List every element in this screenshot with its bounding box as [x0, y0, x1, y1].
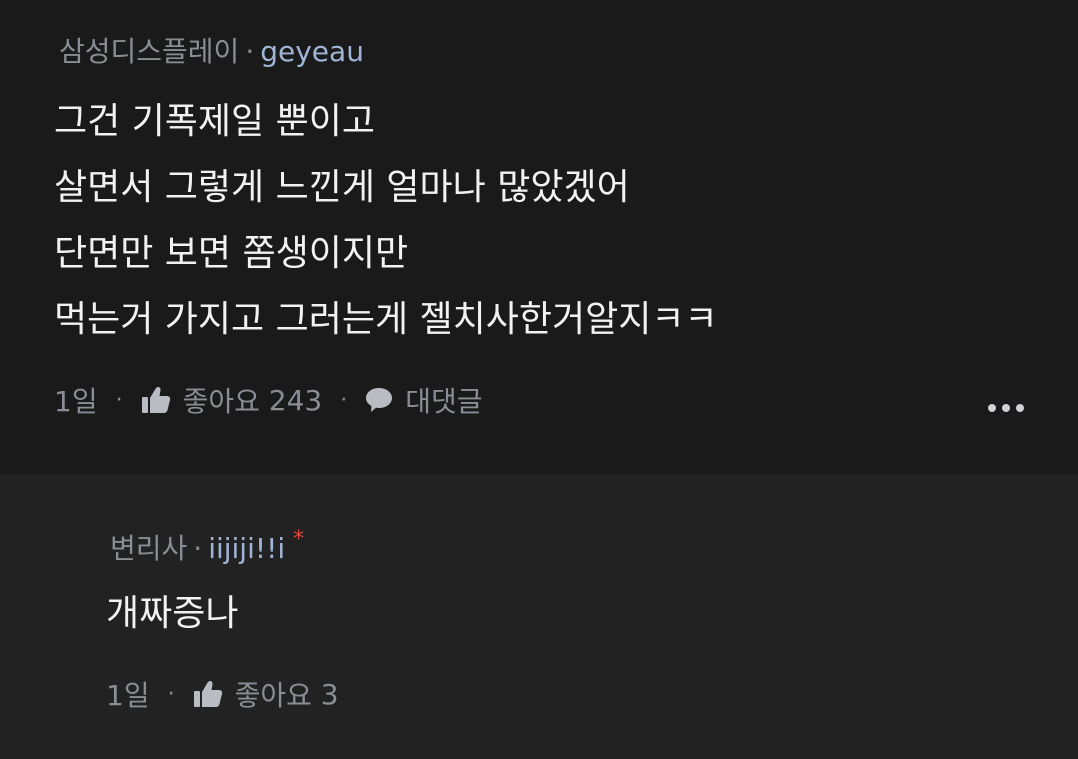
reply-button[interactable]: 대댓글: [365, 380, 483, 420]
like-button[interactable]: 좋아요 243: [141, 380, 323, 420]
author-nickname[interactable]: geyeau: [260, 35, 364, 68]
meta-separator: ·: [193, 532, 203, 565]
action-separator: ·: [115, 387, 123, 413]
author-company[interactable]: 삼성디스플레이: [59, 35, 239, 68]
like-label: 좋아요: [234, 679, 312, 712]
speech-bubble-icon: [365, 387, 393, 413]
more-dot: [1002, 404, 1010, 412]
thumbs-up-icon: [141, 386, 171, 414]
comment-line: 그건 기폭제일 뿐이고: [54, 101, 375, 142]
author-company[interactable]: 변리사: [110, 532, 187, 565]
comment-line: 개짜증나: [106, 593, 239, 634]
comment-time: 1일: [54, 385, 98, 418]
comment-line: 살면서 그렇게 느낀게 얼마나 많았겠어: [54, 167, 630, 208]
more-dot: [988, 404, 996, 412]
reply-body: 개짜증나: [106, 581, 238, 647]
action-separator: ·: [340, 387, 348, 413]
reply-author-line: 변리사 · iijiji!!i *: [110, 529, 304, 565]
more-dots-icon[interactable]: [988, 404, 1024, 412]
like-count: 243: [268, 383, 323, 417]
more-dot: [1016, 404, 1024, 412]
thumbs-up-icon: [193, 680, 223, 708]
reply-label: 대댓글: [405, 385, 483, 418]
reply-actions: 1일 · 좋아요 3: [106, 674, 339, 714]
action-separator: ·: [167, 681, 175, 707]
original-author-mark: *: [293, 527, 305, 552]
comment-author-line: 삼성디스플레이 · geyeau: [59, 38, 364, 66]
comment-body: 그건 기폭제일 뿐이고 살면서 그렇게 느낀게 얼마나 많았겠어 단면만 보면 …: [54, 89, 718, 353]
comment-line: 단면만 보면 쫌생이지만: [54, 233, 409, 274]
comment-line: 먹는거 가지고 그러는게 젤치사한거알지ㅋㅋ: [54, 299, 718, 340]
meta-separator: ·: [245, 35, 255, 68]
like-count: 3: [320, 677, 339, 711]
like-label: 좋아요: [182, 385, 260, 418]
comment-actions: 1일 · 좋아요 243 · 대댓글: [54, 380, 483, 420]
comment-time: 1일: [106, 679, 150, 712]
author-nickname[interactable]: iijiji!!i: [208, 532, 285, 565]
reply-card: 변리사 · iijiji!!i * 개짜증나 1일 · 좋아요 3: [0, 474, 1078, 759]
comment-card: 삼성디스플레이 · geyeau 그건 기폭제일 뿐이고 살면서 그렇게 느낀게 얼…: [0, 0, 1078, 474]
like-button[interactable]: 좋아요 3: [193, 674, 339, 714]
